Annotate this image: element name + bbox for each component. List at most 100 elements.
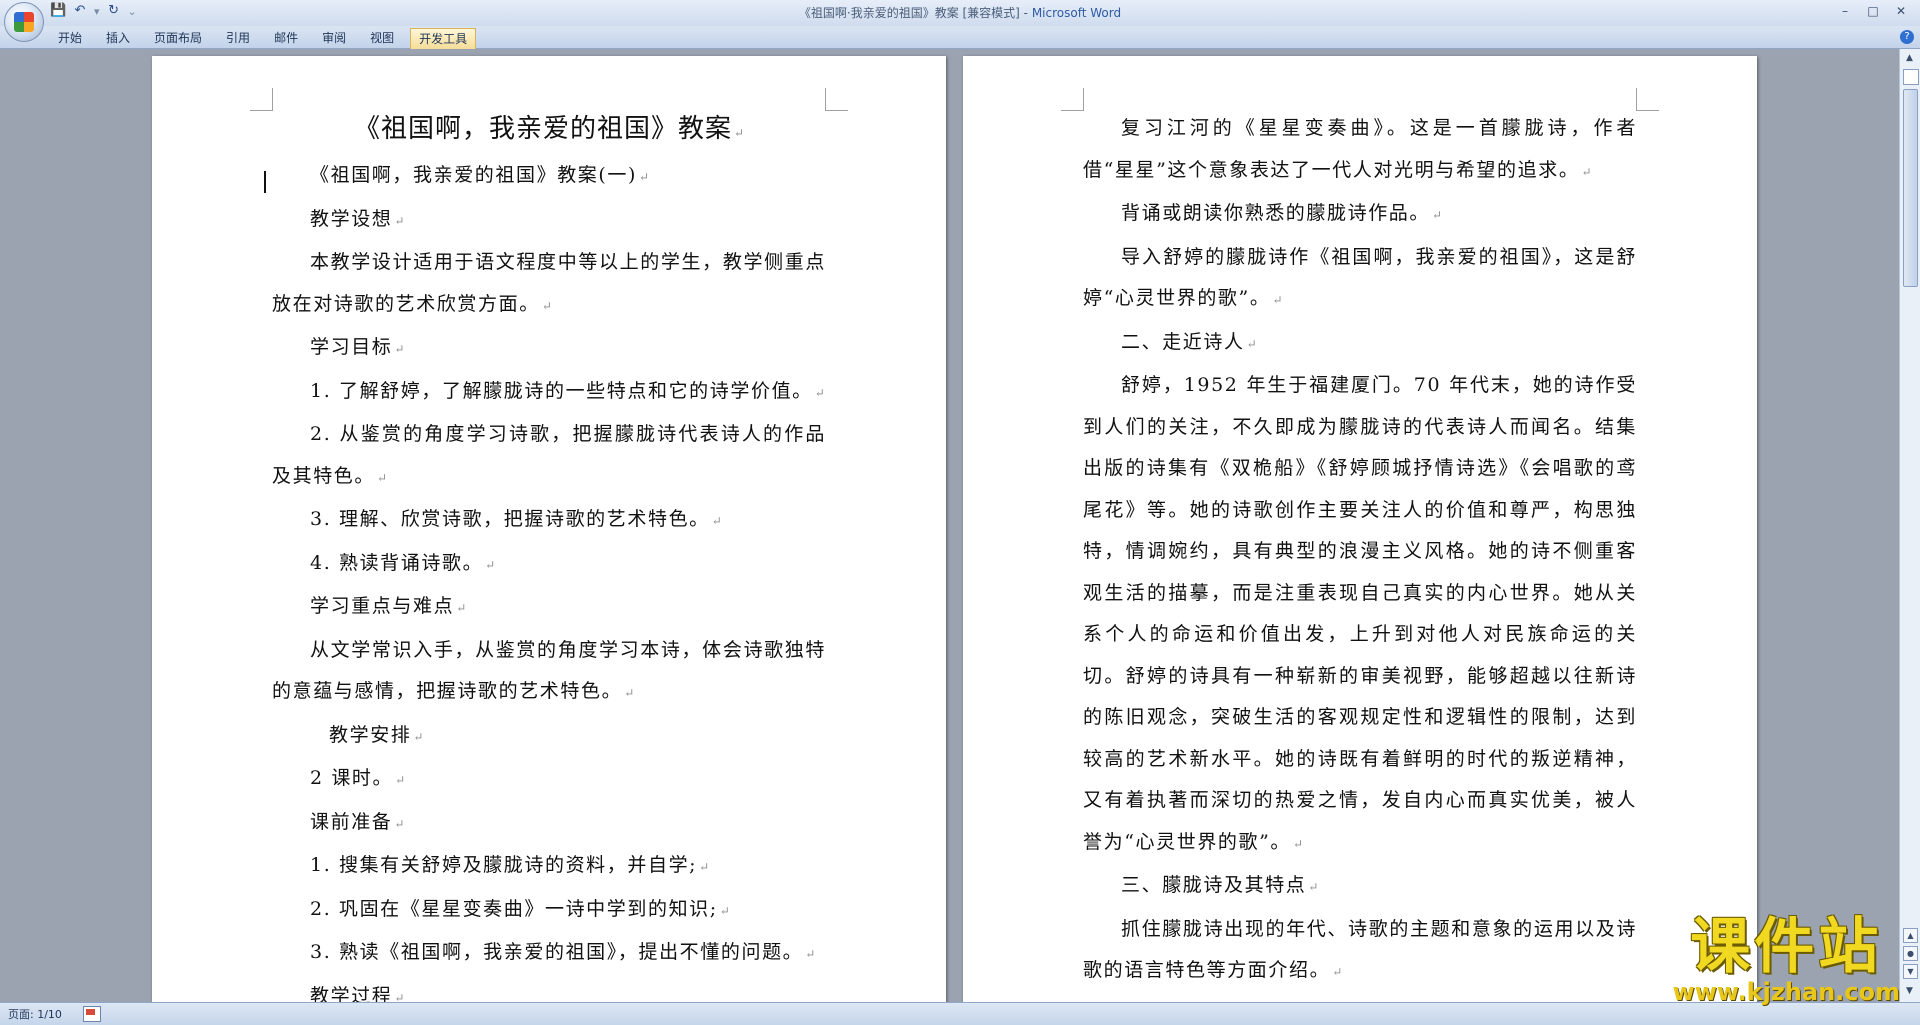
paragraph-mark: ↵ xyxy=(711,514,722,528)
paragraph-mark: ↵ xyxy=(456,601,467,615)
paragraph-text: 学习目标 xyxy=(310,336,393,358)
paragraph-mark: ↵ xyxy=(541,298,552,313)
paragraph: 教学安排 ↵ xyxy=(272,715,826,759)
watermark-logo-text: 课件站 xyxy=(1690,912,1883,982)
paragraph: 2. 从鉴赏的角度学习诗歌，把握朦胧诗代表诗人的作品及其特色。 ↵ xyxy=(272,414,826,499)
site-watermark: 课件站 www.kjzhan.com xyxy=(1673,915,1900,1005)
tab-5[interactable]: 审阅 xyxy=(314,28,354,48)
paragraph-mark: ↵ xyxy=(814,385,825,400)
document-area[interactable]: 《祖国啊，我亲爱的祖国》教案 ↵ 《祖国啊，我亲爱的祖国》教案(一) ↵ 教学设想 ↵ 本… xyxy=(0,49,1900,1003)
paragraph: 复习江河的《星星变奏曲》。这是一首朦胧诗，作者借“星星”这个意象表达了一代人对光… xyxy=(1083,108,1637,193)
paragraph-text: 2. 巩固在《星星变奏曲》一诗中学到的知识; xyxy=(310,897,718,920)
tab-0[interactable]: 开始 xyxy=(50,28,90,48)
browse-buttons: ▲ ● ▼ xyxy=(1903,928,1918,979)
paragraph-text: 教学过程 xyxy=(310,984,393,1004)
app-name: Microsoft Word xyxy=(1031,6,1122,20)
paragraph-mark: ↵ xyxy=(1293,836,1304,851)
tab-4[interactable]: 邮件 xyxy=(266,28,306,48)
margin-corner-top-right xyxy=(825,88,848,111)
scroll-down-icon[interactable]: ▼ xyxy=(1902,984,1917,999)
tab-1[interactable]: 插入 xyxy=(98,28,138,48)
paragraph-text: 背诵或朗读你熟悉的朦胧诗作品。 xyxy=(1121,202,1431,224)
paragraph-text: 教学设想 xyxy=(310,207,393,230)
paragraph-text: 1. 搜集有关舒婷及朦胧诗的资料，并自学; xyxy=(310,854,698,876)
paragraph-text: 复习江河的《星星变奏曲》。这是一首朦胧诗，作者借“星星”这个意象表达了一代人对光… xyxy=(1083,117,1637,181)
paragraph: 《祖国啊，我亲爱的祖国》教案(一) ↵ xyxy=(272,155,826,199)
paragraph-mark: ↵ xyxy=(377,470,388,485)
paragraph-text: 3. 熟读《祖国啊，我亲爱的祖国》，提出不懂的问题。 xyxy=(310,941,804,963)
paragraph: 3. 理解、欣赏诗歌，把握诗歌的艺术特色。 ↵ xyxy=(272,499,826,543)
paragraph-mark: ↵ xyxy=(394,816,405,831)
scroll-thumb[interactable] xyxy=(1903,89,1918,287)
paragraph-mark: ↵ xyxy=(624,686,635,700)
margin-corner-top-left xyxy=(250,88,273,111)
paragraph-text: 导入舒婷的朦胧诗作《祖国啊，我亲爱的祖国》，这是舒婷“心灵世界的歌”。 xyxy=(1083,245,1637,310)
ribbon-tabs: 开始 插入 页面布局 引用 邮件 审阅 视图 开发工具 xyxy=(50,28,484,49)
office-button[interactable] xyxy=(4,2,44,42)
macro-record-icon[interactable] xyxy=(83,1006,101,1022)
paragraph-text: 二、走近诗人 xyxy=(1121,330,1245,353)
scroll-up-icon[interactable]: ▲ xyxy=(1902,51,1917,66)
maximize-button[interactable]: □ xyxy=(1860,2,1886,20)
help-icon[interactable]: ? xyxy=(1900,30,1914,44)
previous-page-icon[interactable]: ▲ xyxy=(1903,928,1918,943)
status-bar: 页面: 1/10 xyxy=(0,1002,1920,1025)
tab-3[interactable]: 引用 xyxy=(218,28,258,48)
paragraph: 学习重点与难点 ↵ xyxy=(272,586,826,630)
paragraph-mark: ↵ xyxy=(1581,164,1592,179)
paragraph-text: 2. 从鉴赏的角度学习诗歌，把握朦胧诗代表诗人的作品及其特色。 xyxy=(272,423,826,487)
paragraph-text: 2 课时。 xyxy=(310,767,394,789)
page-count[interactable]: 页面: 1/10 xyxy=(8,1006,62,1022)
paragraph-mark: ↵ xyxy=(1308,880,1319,894)
paragraph-mark: ↵ xyxy=(1432,208,1443,222)
text-cursor xyxy=(264,171,266,193)
paragraph-mark: ↵ xyxy=(1272,293,1283,307)
paragraph: 1. 搜集有关舒婷及朦胧诗的资料，并自学; ↵ xyxy=(272,845,826,889)
paragraph: 从文学常识入手，从鉴赏的角度学习本诗，体会诗歌独特的意蕴与感情，把握诗歌的艺术特… xyxy=(272,630,826,715)
paragraph-text: 1. 了解舒婷，了解朦胧诗的一些特点和它的诗学价值。 xyxy=(310,379,813,402)
paragraph: 学习目标 ↵ xyxy=(272,327,826,371)
paragraph-mark: ↵ xyxy=(394,342,405,356)
tab-2[interactable]: 页面布局 xyxy=(146,28,210,48)
paragraph-mark: ↵ xyxy=(805,947,816,961)
paragraph: 背诵或朗读你熟悉的朦胧诗作品。 ↵ xyxy=(1083,193,1637,237)
paragraph-text: 4. 熟读背诵诗歌。 xyxy=(310,551,484,574)
margin-corner-top-right xyxy=(1636,88,1659,111)
paragraph-mark: ↵ xyxy=(485,557,496,572)
paragraph-text: 三、朦胧诗及其特点 xyxy=(1121,874,1307,896)
paragraph-mark: ↵ xyxy=(395,773,406,787)
paragraph: 二、走近诗人 ↵ xyxy=(1083,322,1637,366)
view-ruler-icon[interactable] xyxy=(1903,69,1919,85)
document-heading: 《祖国啊，我亲爱的祖国》教案 ↵ xyxy=(353,114,745,144)
paragraph-mark: ↵ xyxy=(394,213,405,228)
minimize-button[interactable]: – xyxy=(1832,2,1858,20)
page-1[interactable]: 《祖国啊，我亲爱的祖国》教案 ↵ 《祖国啊，我亲爱的祖国》教案(一) ↵ 教学设想 ↵ 本… xyxy=(152,56,946,1003)
tab-7[interactable]: 开发工具 xyxy=(410,28,477,49)
paragraph-text: 学习重点与难点 xyxy=(310,595,455,617)
watermark-url: www.kjzhan.com xyxy=(1672,978,1900,1006)
paragraph-text: 舒婷，1952 年生于福建厦门。70 年代末，她的诗作受到人们的关注，不久即成为… xyxy=(1083,374,1637,853)
paragraph-text: 3. 理解、欣赏诗歌，把握诗歌的艺术特色。 xyxy=(310,508,710,530)
vertical-scrollbar[interactable]: ▲ ▲ ● ▼ ▼ xyxy=(1899,49,1920,1003)
paragraph: 教学过程 ↵ xyxy=(272,976,826,1004)
office-logo-icon xyxy=(14,12,34,32)
close-button[interactable]: ✕ xyxy=(1888,2,1914,20)
paragraph: 本教学设计适用于语文程度中等以上的学生，教学侧重点放在对诗歌的艺术欣赏方面。 ↵ xyxy=(272,242,826,327)
page-2-content[interactable]: 复习江河的《星星变奏曲》。这是一首朦胧诗，作者借“星星”这个意象表达了一代人对光… xyxy=(1083,108,1637,994)
window-title: 《祖国啊·我亲爱的祖国》教案 [兼容模式] - Microsoft Word xyxy=(0,4,1920,21)
next-page-icon[interactable]: ▼ xyxy=(1903,964,1918,979)
paragraph: 教学设想 ↵ xyxy=(272,199,826,243)
page-1-content[interactable]: 《祖国啊，我亲爱的祖国》教案 ↵ 《祖国啊，我亲爱的祖国》教案(一) ↵ 教学设想 ↵ 本… xyxy=(264,111,826,1004)
paragraph-text: 课前准备 xyxy=(310,810,393,833)
tab-6[interactable]: 视图 xyxy=(362,28,402,48)
select-browse-object-icon[interactable]: ● xyxy=(1903,946,1918,961)
paragraph-mark: ↵ xyxy=(719,903,730,918)
paragraph: 1. 了解舒婷，了解朦胧诗的一些特点和它的诗学价值。 ↵ xyxy=(272,371,826,415)
page-2[interactable]: 复习江河的《星星变奏曲》。这是一首朦胧诗，作者借“星星”这个意象表达了一代人对光… xyxy=(963,56,1757,1003)
window-controls: – □ ✕ xyxy=(1832,2,1914,20)
ribbon-tab-bar: 开始 插入 页面布局 引用 邮件 审阅 视图 开发工具 ? xyxy=(0,26,1920,49)
paragraph-text: 《祖国啊，我亲爱的祖国》教案(一) xyxy=(310,164,638,186)
title-bar: 💾 ↶ ▾ ↻ ⌄ 《祖国啊·我亲爱的祖国》教案 [兼容模式] - Micros… xyxy=(0,0,1920,42)
paragraph: 2 课时。 ↵ xyxy=(272,758,826,802)
paragraph-mark: ↵ xyxy=(1332,965,1343,979)
